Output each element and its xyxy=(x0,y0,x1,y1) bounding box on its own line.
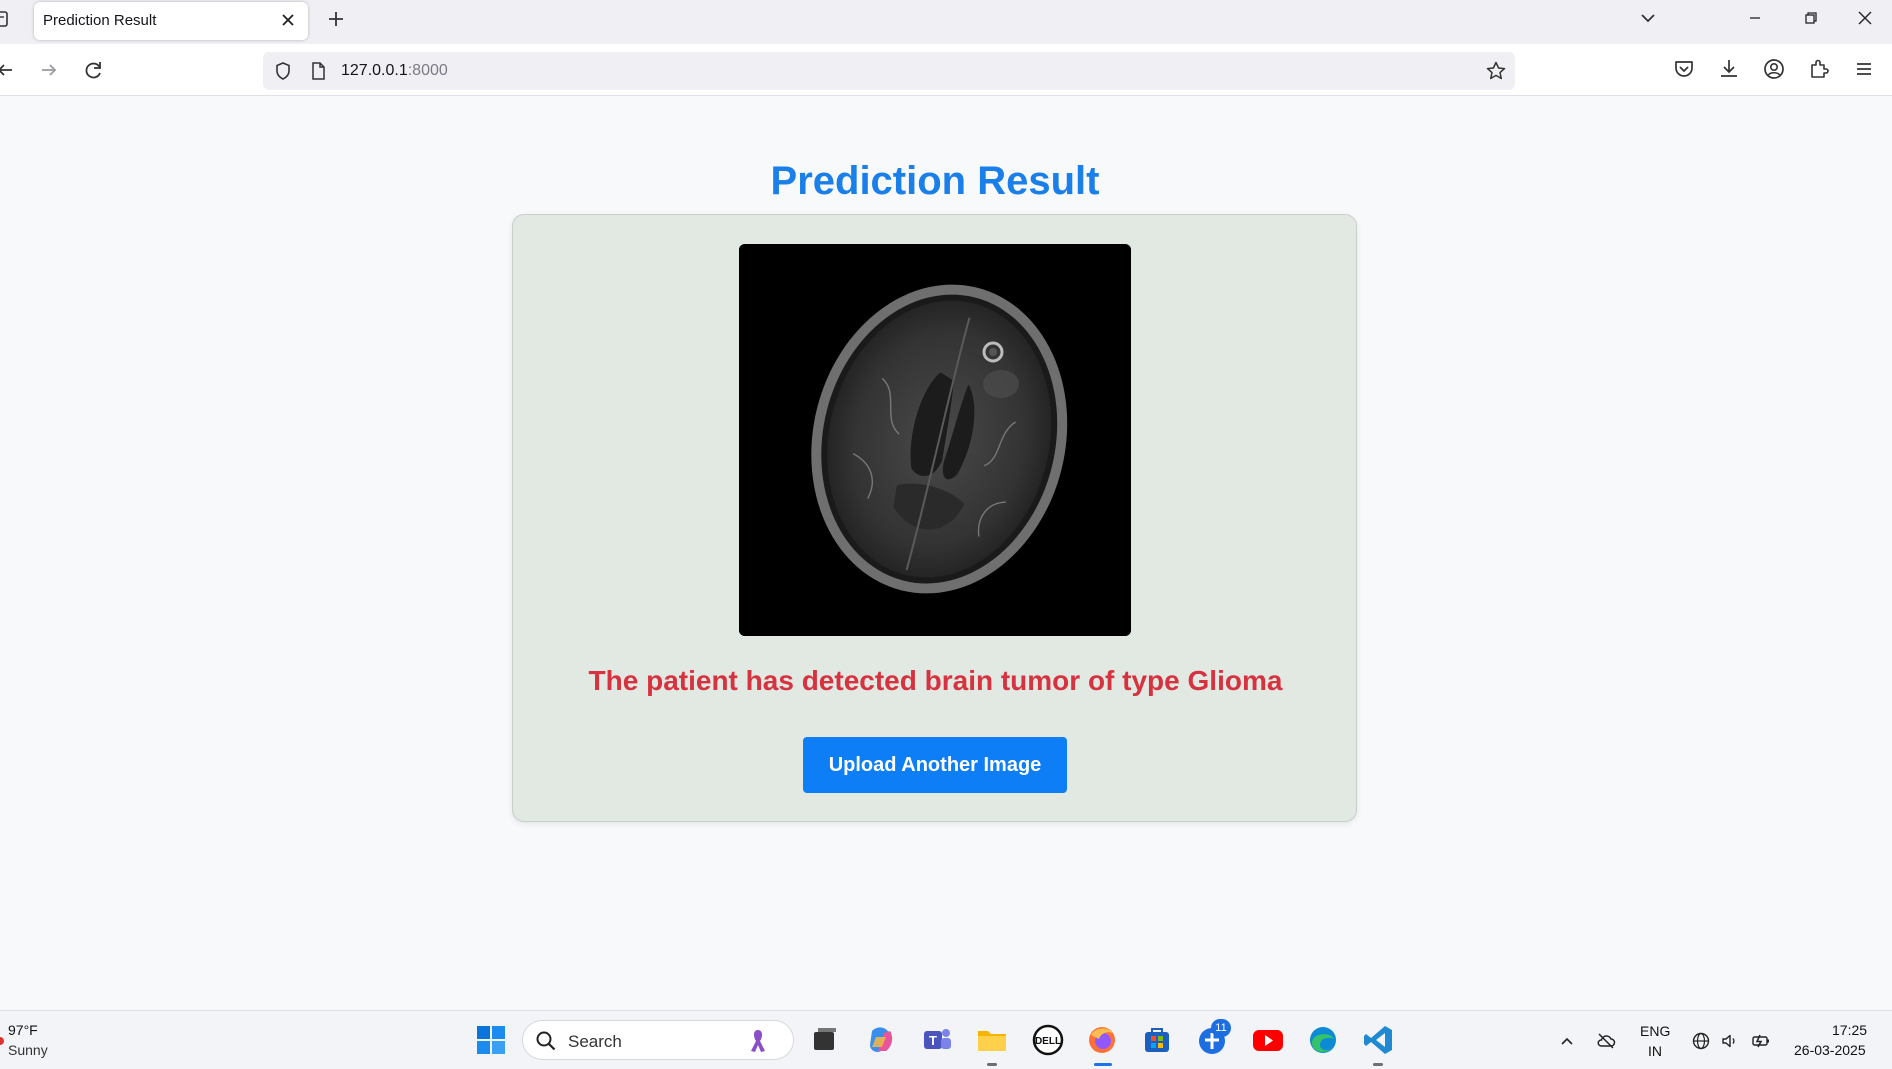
new-tab-icon[interactable] xyxy=(324,7,348,31)
running-indicator xyxy=(1373,1063,1383,1066)
search-placeholder: Search xyxy=(568,1032,622,1051)
language-code[interactable]: ENG xyxy=(1640,1023,1670,1039)
language-region[interactable]: IN xyxy=(1648,1043,1662,1059)
result-card: The patient has detected brain tumor of … xyxy=(512,214,1357,822)
menu-icon[interactable] xyxy=(1851,56,1877,82)
search-icon xyxy=(536,1031,556,1051)
windows-taskbar: 97°F Sunny Search T DELL 11 ENG IN 17:25… xyxy=(0,1010,1892,1069)
page-icon[interactable] xyxy=(308,61,328,81)
volume-icon[interactable] xyxy=(1720,1031,1740,1051)
tab-list-icon[interactable] xyxy=(0,10,10,28)
weather-alert-icon xyxy=(0,1037,4,1045)
browser-navigation-bar: 127.0.0.1:8000 xyxy=(0,44,1892,96)
reload-icon[interactable] xyxy=(80,56,108,84)
address-bar[interactable]: 127.0.0.1:8000 xyxy=(263,52,1515,90)
browser-tab-bar: Prediction Result xyxy=(0,0,1892,44)
svg-text:T: T xyxy=(929,1033,937,1048)
vscode-icon[interactable] xyxy=(1361,1023,1395,1057)
back-icon[interactable] xyxy=(0,56,20,84)
microsoft-store-icon[interactable] xyxy=(1140,1023,1174,1057)
window-close-icon[interactable] xyxy=(1850,4,1880,32)
teams-icon[interactable]: T xyxy=(920,1023,954,1057)
url-port: :8000 xyxy=(407,62,448,79)
pocket-icon[interactable] xyxy=(1671,56,1697,82)
tumor-type: Glioma xyxy=(1187,665,1283,696)
cloud-offline-icon[interactable] xyxy=(1596,1031,1616,1051)
dell-icon[interactable]: DELL xyxy=(1031,1023,1065,1057)
active-tab[interactable]: Prediction Result xyxy=(34,2,308,40)
clock-time[interactable]: 17:25 xyxy=(1832,1022,1867,1038)
battery-charging-icon[interactable] xyxy=(1751,1031,1771,1051)
upload-another-image-button[interactable]: Upload Another Image xyxy=(803,737,1067,793)
file-explorer-icon[interactable] xyxy=(975,1023,1009,1057)
clock-date[interactable]: 26-03-2025 xyxy=(1794,1042,1866,1058)
page-content: Prediction Result The patient has detect… xyxy=(0,97,1892,1010)
mri-scan-image xyxy=(739,244,1131,636)
chevron-up-icon[interactable] xyxy=(1557,1031,1577,1051)
page-title: Prediction Result xyxy=(770,159,1100,203)
awareness-ribbon-icon xyxy=(751,1030,765,1052)
extensions-icon[interactable] xyxy=(1806,56,1832,82)
bookmark-star-icon[interactable] xyxy=(1485,60,1507,82)
account-icon[interactable] xyxy=(1761,56,1787,82)
copilot-icon[interactable] xyxy=(864,1023,898,1057)
url-host: 127.0.0.1 xyxy=(341,62,408,79)
chevron-down-icon[interactable] xyxy=(1636,6,1660,30)
active-indicator xyxy=(1094,1063,1112,1066)
tab-title: Prediction Result xyxy=(43,12,157,29)
weather-temperature[interactable]: 97°F xyxy=(8,1022,38,1038)
svg-text:DELL: DELL xyxy=(1035,1036,1061,1047)
url-text[interactable]: 127.0.0.1:8000 xyxy=(341,62,448,80)
restore-icon[interactable] xyxy=(1796,4,1826,32)
forward-icon[interactable] xyxy=(35,56,63,84)
taskbar-search-box[interactable]: Search xyxy=(522,1020,794,1060)
weather-condition[interactable]: Sunny xyxy=(8,1042,48,1058)
edge-icon[interactable] xyxy=(1306,1023,1340,1057)
notification-badge: 11 xyxy=(1211,1019,1231,1037)
minimize-icon[interactable] xyxy=(1740,4,1770,32)
youtube-icon[interactable] xyxy=(1251,1023,1285,1057)
running-indicator xyxy=(987,1063,997,1066)
brain-mri-graphic xyxy=(739,244,1131,636)
windows-start-icon[interactable] xyxy=(474,1023,508,1057)
firefox-icon[interactable] xyxy=(1085,1023,1119,1057)
task-view-icon[interactable] xyxy=(808,1023,842,1057)
globe-icon[interactable] xyxy=(1691,1031,1711,1051)
prediction-result-text: The patient has detected brain tumor of … xyxy=(513,665,1358,697)
close-tab-icon[interactable] xyxy=(278,10,298,30)
download-icon[interactable] xyxy=(1716,56,1742,82)
shield-icon[interactable] xyxy=(273,61,293,81)
result-prefix: The patient has detected brain tumor of … xyxy=(588,665,1188,696)
